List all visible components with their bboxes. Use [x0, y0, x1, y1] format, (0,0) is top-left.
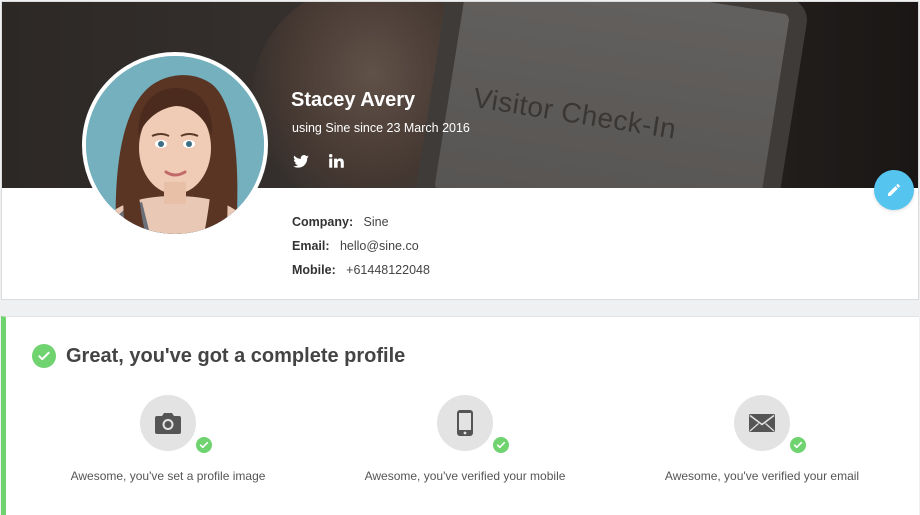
achievement-label: Awesome, you've verified your mobile — [364, 469, 566, 483]
social-links — [293, 153, 344, 169]
detail-value: hello@sine.co — [339, 239, 419, 253]
check-icon — [790, 437, 806, 453]
detail-company: Company: Sine — [292, 214, 430, 238]
check-icon — [493, 437, 509, 453]
detail-value: +61448122048 — [346, 263, 430, 277]
mobile-phone-icon — [437, 395, 493, 451]
member-since: using Sine since 23 March 2016 — [292, 121, 470, 135]
profile-completion-card: Great, you've got a complete profile Awe… — [1, 316, 919, 515]
detail-value: Sine — [363, 215, 389, 229]
achievement-email: Awesome, you've verified your email — [632, 395, 892, 483]
achievement-mobile: Awesome, you've verified your mobile — [335, 395, 595, 483]
detail-label: Mobile: — [292, 263, 336, 277]
detail-label: Company: — [292, 215, 354, 229]
linkedin-icon[interactable] — [329, 153, 344, 169]
twitter-icon[interactable] — [293, 153, 309, 169]
check-circle-icon — [32, 344, 56, 368]
camera-icon — [140, 395, 196, 451]
envelope-icon — [734, 395, 790, 451]
completion-title: Great, you've got a complete profile — [66, 344, 406, 367]
user-name: Stacey Avery — [291, 89, 416, 111]
achievement-label: Awesome, you've set a profile image — [70, 469, 266, 483]
achievement-label: Awesome, you've verified your email — [664, 469, 860, 483]
avatar — [82, 52, 268, 238]
profile-card: Visitor Check-In Stacey Avery using Sine… — [1, 1, 919, 300]
detail-label: Email: — [292, 239, 330, 253]
edit-profile-button[interactable] — [874, 170, 914, 210]
detail-email: Email: hello@sine.co — [292, 238, 430, 262]
achievement-profile-image: Awesome, you've set a profile image — [38, 395, 298, 483]
pencil-icon — [888, 184, 900, 196]
profile-details: Company: Sine Email: hello@sine.co Mobil… — [292, 214, 430, 286]
completion-header: Great, you've got a complete profile — [32, 344, 405, 368]
detail-mobile: Mobile: +61448122048 — [292, 262, 430, 286]
check-icon — [196, 437, 212, 453]
